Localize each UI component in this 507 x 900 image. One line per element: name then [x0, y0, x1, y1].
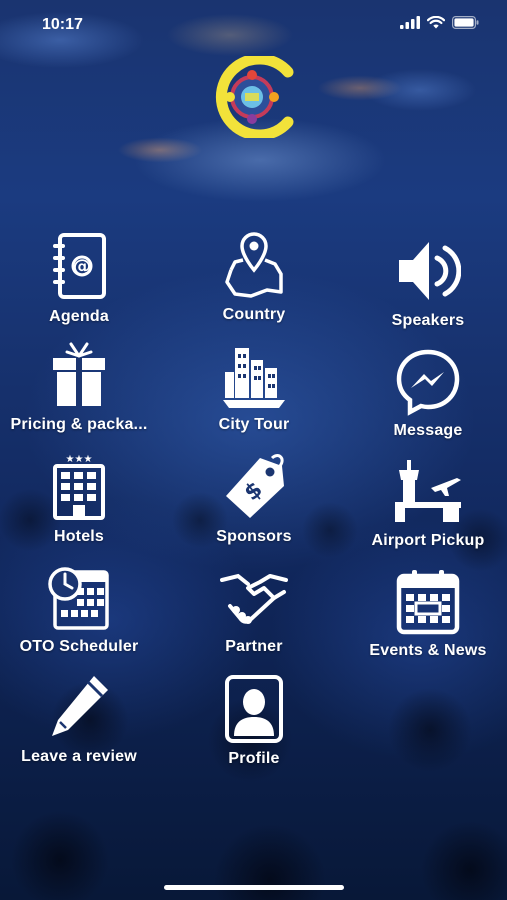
price-tag-icon: $	[226, 454, 284, 518]
menu-label: Partner	[225, 638, 283, 655]
menu-label: Speakers	[391, 312, 465, 329]
speaker-icon	[399, 242, 461, 300]
wifi-icon	[427, 16, 445, 29]
signal-icon	[400, 16, 420, 29]
menu-item-oto-scheduler[interactable]: OTO Scheduler	[0, 562, 163, 672]
svg-text:★★★: ★★★	[66, 454, 93, 465]
map-pin-icon	[225, 232, 283, 298]
menu-label: Pricing & packa...	[10, 416, 148, 433]
menu-label: Agenda	[49, 308, 109, 325]
gift-icon	[53, 342, 105, 406]
menu-label: Sponsors	[216, 528, 292, 545]
status-bar: 10:17	[0, 0, 507, 44]
handshake-icon	[220, 573, 288, 624]
menu-item-message[interactable]: Message	[344, 348, 507, 458]
menu-item-speakers[interactable]: Speakers	[344, 236, 507, 346]
menu-item-sponsors[interactable]: $ Sponsors	[170, 452, 338, 562]
menu-item-leave-review[interactable]: Leave a review	[0, 672, 163, 782]
menu-item-city-tour[interactable]: City Tour	[170, 342, 338, 452]
status-time: 10:17	[42, 16, 83, 33]
menu-item-events-news[interactable]: Events & News	[344, 568, 507, 678]
hotel-icon: ★★★	[53, 454, 105, 520]
menu-item-profile[interactable]: Profile	[170, 674, 338, 784]
menu-item-agenda[interactable]: @ Agenda	[0, 232, 163, 342]
battery-icon	[452, 16, 479, 29]
menu-label: City Tour	[218, 416, 290, 433]
menu-label: Airport Pickup	[371, 532, 485, 549]
menu-label: Profile	[228, 750, 280, 767]
menu-item-partner[interactable]: Partner	[170, 562, 338, 672]
system-icons	[400, 16, 479, 29]
pen-icon	[52, 676, 108, 736]
menu-label: Country	[222, 306, 286, 323]
menu-label: Events & News	[369, 642, 487, 659]
menu-item-country[interactable]: Country	[170, 230, 338, 340]
profile-icon	[225, 675, 283, 743]
home-indicator[interactable]	[164, 885, 344, 890]
scheduler-icon	[48, 567, 109, 630]
address-book-icon: @	[53, 233, 106, 299]
menu-item-pricing[interactable]: Pricing & packa...	[0, 342, 163, 452]
menu-label: Message	[393, 422, 463, 439]
menu-label: OTO Scheduler	[19, 638, 139, 655]
messenger-icon	[396, 349, 460, 416]
calendar-icon	[396, 570, 460, 635]
menu-label: Hotels	[53, 528, 105, 545]
airport-icon	[395, 460, 461, 522]
city-buildings-icon	[223, 348, 285, 408]
conference-app-logo	[200, 53, 308, 141]
menu-item-hotels[interactable]: ★★★ Hotels	[0, 452, 163, 562]
svg-text:@: @	[73, 256, 91, 277]
menu-label: Leave a review	[21, 748, 137, 765]
menu-item-airport-pickup[interactable]: Airport Pickup	[344, 458, 507, 568]
